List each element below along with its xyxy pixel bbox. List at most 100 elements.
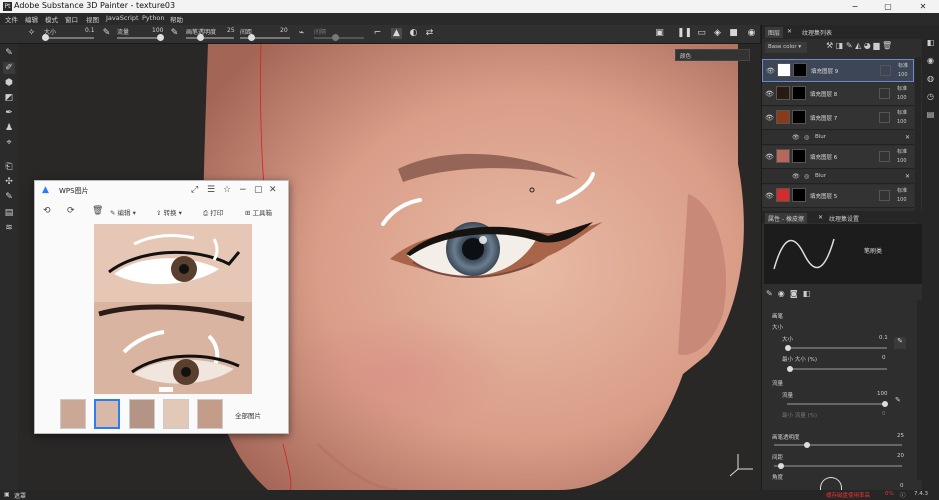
angle-icon[interactable]: ⌐: [372, 28, 383, 39]
layer-stack-icon[interactable]: ≋: [3, 222, 15, 234]
projection-icon[interactable]: ⬢: [3, 77, 15, 89]
layer-checkbox[interactable]: [879, 151, 890, 162]
trash-icon[interactable]: 🗑: [882, 41, 892, 50]
toolbar-spacing-slider[interactable]: [240, 34, 290, 41]
delete-icon[interactable]: 🗑: [92, 206, 103, 216]
toolbar-stroke-opacity-value[interactable]: 25: [227, 27, 235, 34]
status-info-icon[interactable]: ⓘ: [900, 491, 906, 499]
history-icon[interactable]: ◷: [925, 91, 936, 102]
fill-layer-icon[interactable]: ◭: [855, 41, 861, 50]
blur-effect-row[interactable]: 👁 ◎ Blur ✕: [762, 131, 914, 145]
layer-opacity[interactable]: 100: [897, 197, 907, 203]
layer-item-7[interactable]: 👁 填充图层 7 标准 100: [762, 107, 914, 130]
blend-mode[interactable]: 标准: [897, 148, 907, 155]
wrench-icon[interactable]: ⚒: [826, 41, 833, 50]
toolbar-spacing-value[interactable]: 20: [280, 27, 288, 34]
pen-pressure-flow-icon[interactable]: ✎: [169, 28, 180, 39]
maximize-button[interactable]: ▢: [876, 0, 900, 13]
remove-effect-icon[interactable]: ✕: [905, 134, 910, 141]
pen-pressure-flow-icon[interactable]: ✎: [895, 396, 901, 404]
layer-checkbox[interactable]: [879, 112, 890, 123]
tab-layers[interactable]: 图层: [765, 27, 784, 38]
measure-icon[interactable]: ✣: [3, 176, 15, 188]
min-size-slider[interactable]: [787, 366, 887, 372]
wps-minimize-icon[interactable]: −: [239, 185, 247, 195]
folder-icon[interactable]: ▆: [873, 41, 879, 50]
minimize-button[interactable]: −: [843, 0, 867, 13]
reference-photo[interactable]: [94, 224, 252, 394]
lazy-mouse-icon[interactable]: ⌁: [296, 28, 307, 39]
display-settings-icon[interactable]: ◉: [925, 55, 936, 66]
menu-python[interactable]: Python: [142, 14, 165, 22]
hide-icon[interactable]: ◐: [408, 28, 419, 39]
polygon-fill-icon[interactable]: ◩: [3, 92, 15, 104]
flow-slider[interactable]: [787, 401, 888, 407]
rotate-left-icon[interactable]: ⟲: [43, 206, 51, 216]
clone-icon[interactable]: ♟: [3, 122, 15, 134]
print-button[interactable]: ⎙ 打印: [203, 207, 223, 218]
paint-brush-icon[interactable]: ✎: [3, 47, 15, 59]
brush-preview[interactable]: 笔刷类: [764, 224, 922, 284]
toolbar-size-value[interactable]: 0.1: [85, 27, 95, 34]
pause-icon[interactable]: ❚❚: [677, 28, 692, 39]
size-slider[interactable]: [785, 345, 887, 351]
all-images-link[interactable]: 全部图片: [235, 410, 261, 420]
edit-button[interactable]: ✎ 编辑 ▾: [110, 207, 136, 217]
visibility-eye-icon[interactable]: 👁: [765, 192, 774, 200]
toolbox-button[interactable]: ⊞ 工具箱: [245, 207, 272, 217]
close-button[interactable]: ✕: [911, 0, 935, 13]
layer-checkbox[interactable]: [879, 88, 890, 99]
min-size-value[interactable]: 0: [882, 355, 886, 361]
visibility-eye-icon[interactable]: 👁: [765, 90, 774, 98]
thumbnail-5[interactable]: [197, 399, 223, 429]
close-properties-icon[interactable]: ✕: [818, 214, 823, 221]
blur-effect-row[interactable]: 👁 ◎ Blur ✕: [762, 170, 914, 184]
alpha-icon[interactable]: ◉: [778, 289, 785, 298]
tab-properties[interactable]: 属性 - 橡皮擦: [765, 213, 807, 224]
menu-help[interactable]: 帮助: [170, 14, 183, 24]
layer-opacity[interactable]: 100: [897, 95, 907, 101]
eraser-icon[interactable]: ✐: [3, 62, 15, 74]
layer-checkbox[interactable]: [879, 190, 890, 201]
screenshot-icon[interactable]: ◉: [746, 28, 757, 39]
blend-mode[interactable]: 标准: [897, 85, 907, 92]
layer-item-5[interactable]: 👁 填充图层 5 标准 100: [762, 185, 914, 208]
layer-opacity[interactable]: 100: [897, 119, 907, 125]
pen-pressure-icon[interactable]: ✎: [101, 28, 112, 39]
log-icon[interactable]: ▤: [925, 109, 936, 120]
layer-item-8[interactable]: 👁 填充图层 8 标准 100: [762, 83, 914, 106]
size-value[interactable]: 0.1: [879, 335, 888, 341]
video-icon[interactable]: ■: [728, 28, 739, 39]
symmetry-toggle-icon[interactable]: ▲: [391, 28, 402, 39]
blend-mode[interactable]: 标准: [897, 109, 907, 116]
layer-item-9[interactable]: 👁 填充图层 9 标准 100: [762, 59, 914, 82]
visibility-eye-icon[interactable]: 👁: [765, 114, 774, 122]
mask-icon[interactable]: ◨: [836, 41, 844, 50]
visibility-eye-icon[interactable]: 👁: [792, 134, 800, 141]
angle-value[interactable]: 0: [900, 483, 904, 489]
spacing-value[interactable]: 20: [897, 453, 904, 459]
layers-scrollbar[interactable]: [915, 57, 921, 235]
annotate-icon[interactable]: ✎: [3, 191, 15, 203]
wps-maximize-icon[interactable]: ▢: [254, 185, 263, 195]
thumbnail-4[interactable]: [163, 399, 189, 429]
bake-icon[interactable]: ⎗: [3, 161, 15, 173]
spacing-slider[interactable]: [774, 463, 902, 469]
visibility-eye-icon[interactable]: 👁: [766, 67, 775, 75]
stroke-opacity-slider[interactable]: [774, 442, 902, 448]
tab-texture-set-list[interactable]: 纹理集列表: [799, 27, 835, 38]
tab-texture-set-settings[interactable]: 纹理集设置: [826, 213, 862, 224]
viewport-channel-select[interactable]: 颜色: [675, 49, 750, 61]
smudge-icon[interactable]: ✒: [3, 107, 15, 119]
symmetry-icon[interactable]: ✧: [26, 28, 37, 39]
thumbnail-1[interactable]: [60, 399, 86, 429]
view-mode-icon[interactable]: ▭: [696, 28, 707, 39]
layer-opacity[interactable]: 100: [897, 158, 907, 164]
layer-item-6[interactable]: 👁 填充图层 6 标准 100: [762, 146, 914, 169]
pin-icon[interactable]: ☆: [223, 185, 231, 195]
flow-value[interactable]: 100: [877, 391, 888, 397]
angle-dial[interactable]: [820, 477, 842, 491]
layer-checkbox[interactable]: [880, 65, 891, 76]
layers-dock-icon[interactable]: ◧: [925, 37, 936, 48]
menu-mode[interactable]: 模式: [45, 14, 58, 24]
